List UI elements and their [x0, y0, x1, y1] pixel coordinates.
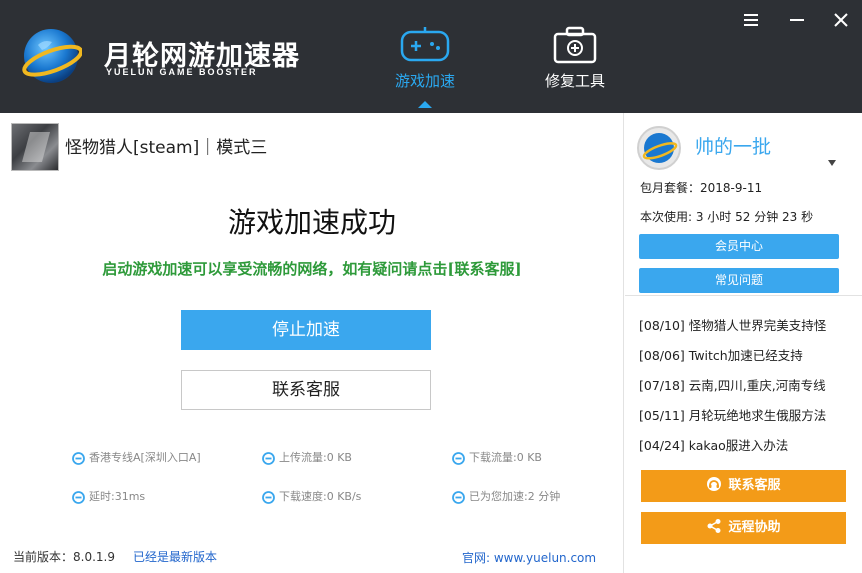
contact-service-side-button[interactable]: 联系客服	[641, 470, 846, 502]
node-icon	[72, 451, 85, 465]
share-icon	[707, 519, 721, 533]
active-tab-caret	[418, 101, 432, 108]
close-icon[interactable]	[831, 10, 851, 30]
timer-icon	[452, 490, 465, 504]
stat-speed-text: 下载速度:0 KB/s	[279, 490, 362, 503]
logo-globe-icon	[22, 29, 82, 83]
user-sidebar: 帅的一批 包月套餐：2018-9-11 本次使用: 3 小时 52 分钟 23 …	[625, 113, 862, 573]
headset-icon	[707, 477, 722, 491]
plan-expiry: 包月套餐：2018-9-11	[640, 181, 763, 195]
news-item[interactable]: [05/11] 月轮玩绝地求生俄服方法	[639, 405, 826, 424]
download-icon	[452, 451, 465, 465]
stat-speed: 下载速度:0 KB/s	[262, 489, 361, 505]
news-item[interactable]: [08/06] Twitch加速已经支持	[639, 345, 803, 364]
tab-label: 修复工具	[544, 72, 605, 90]
news-item[interactable]: [04/24] kakao服进入办法	[639, 435, 788, 454]
stat-line: 香港专线A[深圳入口A]	[72, 450, 201, 466]
news-item[interactable]: [07/18] 云南,四川,重庆,河南专线	[639, 375, 826, 394]
latency-icon	[72, 490, 85, 504]
game-thumbnail	[11, 123, 59, 171]
tab-repair-tools[interactable]: 修复工具	[530, 24, 620, 110]
stat-upload-text: 上传流量:0 KB	[279, 451, 352, 464]
username[interactable]: 帅的一批	[695, 132, 771, 159]
stat-latency-text: 延时:31ms	[89, 490, 146, 503]
member-center-button[interactable]: 会员中心	[639, 234, 839, 259]
latest-version-link[interactable]: 已经是最新版本	[133, 548, 217, 565]
speed-icon	[262, 490, 275, 504]
stat-download-text: 下载流量:0 KB	[469, 451, 542, 464]
status-message: 启动游戏加速可以享受流畅的网络，如有疑问请点击[联系客服]	[102, 260, 522, 278]
avatar-globe-icon	[642, 133, 678, 163]
stat-upload: 上传流量:0 KB	[262, 450, 352, 466]
brand-tagline: YUELUN GAME BOOSTER	[106, 67, 258, 77]
upload-icon	[262, 451, 275, 465]
minimize-icon[interactable]	[787, 10, 807, 30]
status-heading: 游戏加速成功	[227, 206, 396, 239]
divider	[625, 295, 862, 296]
stat-accelerated-text: 已为您加速:2 分钟	[469, 490, 561, 503]
stat-line-text: 香港专线A[深圳入口A]	[89, 451, 201, 464]
stat-download: 下载流量:0 KB	[452, 450, 542, 466]
tab-game-acceleration[interactable]: 游戏加速	[380, 24, 470, 110]
website-link[interactable]: 官网: www.yuelun.com	[462, 549, 596, 566]
remote-assist-label: 远程协助	[728, 520, 781, 535]
gamepad-icon	[400, 27, 450, 62]
main-panel: 怪物猎人[steam]｜模式三 游戏加速成功 启动游戏加速可以享受流畅的网络，如…	[0, 113, 624, 573]
version-label: 当前版本：8.0.1.9	[13, 550, 115, 564]
stat-latency: 延时:31ms	[72, 489, 145, 505]
session-usage: 本次使用: 3 小时 52 分钟 23 秒	[640, 210, 814, 224]
tab-label: 游戏加速	[394, 72, 455, 90]
menu-icon[interactable]	[741, 10, 761, 30]
stat-accelerated: 已为您加速:2 分钟	[452, 489, 560, 505]
remote-assist-button[interactable]: 远程协助	[641, 512, 846, 544]
stop-acceleration-button[interactable]: 停止加速	[181, 310, 431, 350]
avatar[interactable]	[637, 126, 681, 170]
chevron-down-icon[interactable]	[828, 160, 836, 166]
contact-service-label: 联系客服	[728, 478, 781, 493]
game-title: 怪物猎人[steam]｜模式三	[65, 138, 268, 158]
toolbox-icon	[553, 26, 597, 64]
news-item[interactable]: [08/10] 怪物猎人世界完美支持怪	[639, 315, 826, 334]
faq-button[interactable]: 常见问题	[639, 268, 839, 293]
contact-service-button[interactable]: 联系客服	[181, 370, 431, 410]
title-bar: 月轮网游加速器 YUELUN GAME BOOSTER 游戏加速 修复工具	[0, 0, 862, 113]
